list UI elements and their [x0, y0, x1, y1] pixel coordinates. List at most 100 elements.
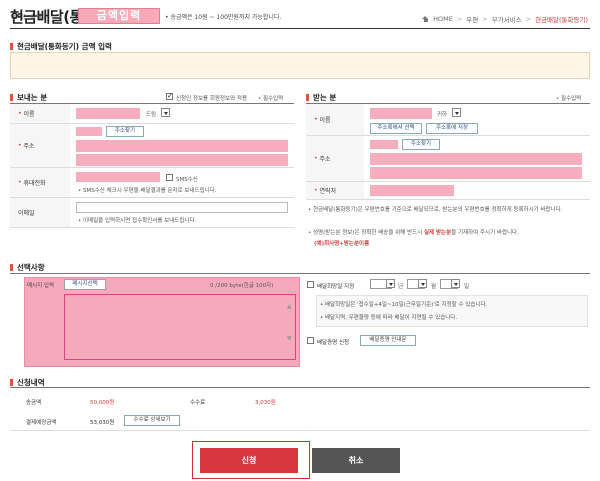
apply-member-info-checkbox[interactable]: [166, 92, 173, 100]
message-select-button[interactable]: 메시지선택: [64, 279, 106, 290]
delivery-cert-label: 배달증명 신청: [317, 340, 350, 346]
date-note-2: • 배달지역, 우편물량 등에 따라 배달이 지연될 수 있습니다.: [320, 315, 458, 321]
section-bullet-icon: [10, 379, 13, 386]
section-bullet-icon: [306, 94, 309, 101]
day-unit: 일: [464, 284, 470, 290]
date-note-1: • 배달희망일은 '접수일+4일~10일(근무일기준)'로 지정할 수 있습니다…: [320, 302, 488, 308]
email-note-text: 이메일을 입력하시면 접수확인서를 보내드립니다.: [83, 218, 197, 224]
sms-note-text: SMS수신 체크시 우편물 배달결과를 문자로 보내드립니다.: [83, 188, 217, 194]
sender-name-input[interactable]: [76, 108, 140, 119]
breadcrumb-post[interactable]: 우편: [466, 14, 478, 24]
sender-address-label-text: 주소: [23, 143, 35, 150]
amount-input[interactable]: 금액입력: [78, 8, 160, 24]
sender-phone-input[interactable]: [76, 172, 160, 182]
header-divider: [10, 28, 590, 29]
delivery-cert-checkbox[interactable]: [307, 337, 314, 344]
message-textarea[interactable]: [64, 294, 296, 360]
receiver-notice-3: (예)회사명+받는분이름: [314, 241, 370, 247]
sender-email-label: 이메일: [10, 198, 70, 228]
sender-title-text: 보내는 분: [17, 93, 48, 102]
scroll-down-icon[interactable]: ▼: [287, 335, 292, 342]
options-section-title: 선택사항: [10, 262, 45, 273]
sender-name-dropdown[interactable]: [161, 108, 170, 117]
sender-name-label-text: 이름: [23, 111, 35, 118]
email-note: • 이메일을 입력하시면 접수확인서를 보내드립니다.: [78, 218, 197, 224]
amount-section-title: 현금배달(통화등기) 금액 입력: [10, 41, 112, 52]
receiver-notice-2: • 성명(받는분 정보)은 정확한 배송을 위해 반드시 실제 받는분을 기재하…: [308, 230, 519, 236]
day-dropdown-icon[interactable]: [451, 279, 460, 288]
date-note-1-text: 배달희망일은 '접수일+4일~10일(근무일기준)'로 지정할 수 있습니다.: [325, 302, 488, 308]
sender-address-input[interactable]: [76, 140, 288, 152]
sender-required-note-text: 필수입력: [263, 96, 284, 102]
sender-address-search-button[interactable]: 주소찾기: [106, 126, 144, 137]
breadcrumb-home[interactable]: HOME: [433, 15, 453, 23]
sender-zipcode-input[interactable]: [76, 127, 102, 136]
address-book-save-button[interactable]: 주소록에 저장: [426, 123, 478, 134]
breadcrumb: HOME > 우편 > 부가서비스 > 현금배달(통화등기): [422, 14, 588, 24]
fee-label: 수수료: [190, 400, 206, 406]
receiver-required-note: • 필수입력: [556, 96, 582, 102]
receiver-section-title: 받는 분: [306, 92, 336, 103]
sms-label: SMS수신: [176, 177, 198, 183]
delivery-cert-guide-button[interactable]: 배달증명 안내문: [360, 335, 416, 346]
submit-button[interactable]: 신청: [200, 448, 298, 473]
receiver-title-text: 받는 분: [313, 93, 337, 102]
delivery-date-checkbox[interactable]: [307, 281, 314, 288]
sender-email-label-text: 이메일: [18, 210, 35, 217]
receiver-address-search-button[interactable]: 주소찾기: [402, 139, 440, 150]
sender-address-label: • 주소: [10, 124, 70, 168]
options-table-top: [10, 273, 590, 274]
month-unit: 월: [431, 284, 437, 290]
year-unit: 년: [398, 284, 404, 290]
year-dropdown-icon[interactable]: [386, 279, 395, 288]
section-bullet-icon: [10, 94, 13, 101]
receiver-notice-2-highlight: 실제 받는분: [423, 230, 452, 236]
sender-phone-label: • 휴대전화: [10, 168, 70, 198]
receiver-name-label: • 이름: [306, 104, 364, 136]
receiver-notice-1-text: 현금배달(통화등기)은 우편번호를 기준으로 배달되므로, 받는분의 우편번호를…: [313, 207, 563, 213]
apply-member-info-label: 신청인 정보를 회원정보와 적용: [176, 96, 248, 102]
amount-summary-value: 50,000원: [90, 400, 115, 406]
receiver-notice-1: • 현금배달(통화등기)은 우편번호를 기준으로 배달되므로, 받는분의 우편번…: [308, 207, 563, 213]
sms-note: • SMS수신 체크시 우편물 배달결과를 문자로 보내드립니다.: [78, 188, 217, 194]
sender-email-input[interactable]: [76, 202, 288, 213]
sender-section-title: 보내는 분: [10, 92, 47, 103]
receiver-address-detail-input[interactable]: [370, 167, 582, 179]
sms-checkbox[interactable]: [166, 174, 173, 181]
date-note-2-text: 배달지역, 우편물량 등에 따라 배달이 지연될 수 있습니다.: [325, 315, 458, 321]
breadcrumb-current: 현금배달(통화등기): [535, 16, 588, 24]
month-dropdown-icon[interactable]: [418, 279, 427, 288]
address-book-select-button[interactable]: 주소록에서 선택: [370, 123, 422, 134]
breadcrumb-extra-services[interactable]: 부가서비스: [492, 14, 522, 24]
receiver-name-dropdown[interactable]: [452, 108, 461, 117]
amount-note: • 송금액은 10원 ~ 100만원까지 가능합니다.: [165, 14, 282, 21]
total-label: 결제예정금액: [26, 420, 57, 426]
sender-phone-label-text: 휴대전화: [23, 180, 46, 187]
receiver-name-suffix: 귀하: [437, 112, 448, 118]
cancel-button[interactable]: 취소: [312, 448, 400, 473]
delivery-date-label: 배달희망일 지정: [317, 284, 355, 290]
fee-detail-button[interactable]: 수수료 상세보기: [124, 415, 180, 426]
total-value: 53,030원: [90, 420, 115, 426]
amount-box: [10, 52, 590, 79]
receiver-zipcode-input[interactable]: [370, 140, 398, 149]
section-bullet-icon: [10, 43, 13, 50]
breadcrumb-separator: >: [482, 15, 488, 23]
amount-summary-label: 송금액: [26, 400, 42, 406]
scroll-up-icon[interactable]: ▲: [287, 303, 292, 310]
receiver-phone-input[interactable]: [370, 185, 454, 196]
sender-name-suffix: 드림: [146, 112, 157, 118]
options-title-text: 선택사항: [17, 263, 45, 272]
section-bullet-icon: [10, 264, 13, 271]
receiver-name-input[interactable]: [370, 108, 432, 119]
receiver-address-input[interactable]: [370, 153, 582, 165]
receiver-name-label-text: 이름: [319, 117, 331, 124]
receiver-address-label-text: 주소: [319, 156, 331, 163]
message-label: 메시지 입력: [27, 283, 55, 289]
amount-label: 보내는 금액 :: [12, 14, 46, 21]
receiver-address-label: • 주소: [306, 136, 364, 182]
fee-value: 3,030원: [255, 400, 276, 406]
home-icon: [422, 16, 429, 22]
amount-section-title-text: 현금배달(통화등기) 금액 입력: [17, 42, 112, 51]
sender-address-detail-input[interactable]: [76, 154, 288, 166]
